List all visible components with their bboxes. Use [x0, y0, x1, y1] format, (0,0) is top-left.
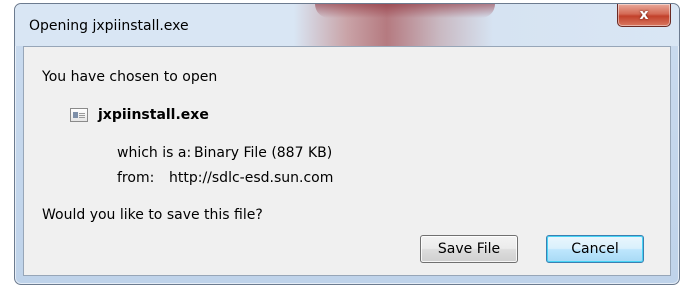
file-icon	[70, 108, 88, 122]
file-name: jxpiinstall.exe	[98, 107, 209, 123]
save-question: Would you like to save this file?	[42, 207, 263, 223]
dialog-heading: You have chosen to open	[42, 69, 218, 85]
close-icon: x	[639, 7, 649, 23]
file-source-value: http://sdlc-esd.sun.com	[169, 170, 334, 186]
file-source-label: from:	[117, 170, 155, 186]
file-row: jxpiinstall.exe	[70, 107, 209, 123]
save-file-button[interactable]: Save File	[420, 235, 518, 263]
file-type-label: which is a:	[117, 145, 192, 161]
close-button[interactable]: x	[617, 4, 671, 27]
download-dialog-window: Opening jxpiinstall.exe x You have chose…	[14, 3, 680, 285]
window-title: Opening jxpiinstall.exe	[29, 18, 189, 34]
title-bar-glow	[315, 4, 495, 18]
cancel-button[interactable]: Cancel	[546, 235, 644, 263]
dialog-content: You have chosen to open jxpiinstall.exe …	[23, 46, 671, 276]
title-bar[interactable]: Opening jxpiinstall.exe x	[15, 4, 679, 46]
file-type-value: Binary File (887 KB)	[194, 145, 333, 161]
